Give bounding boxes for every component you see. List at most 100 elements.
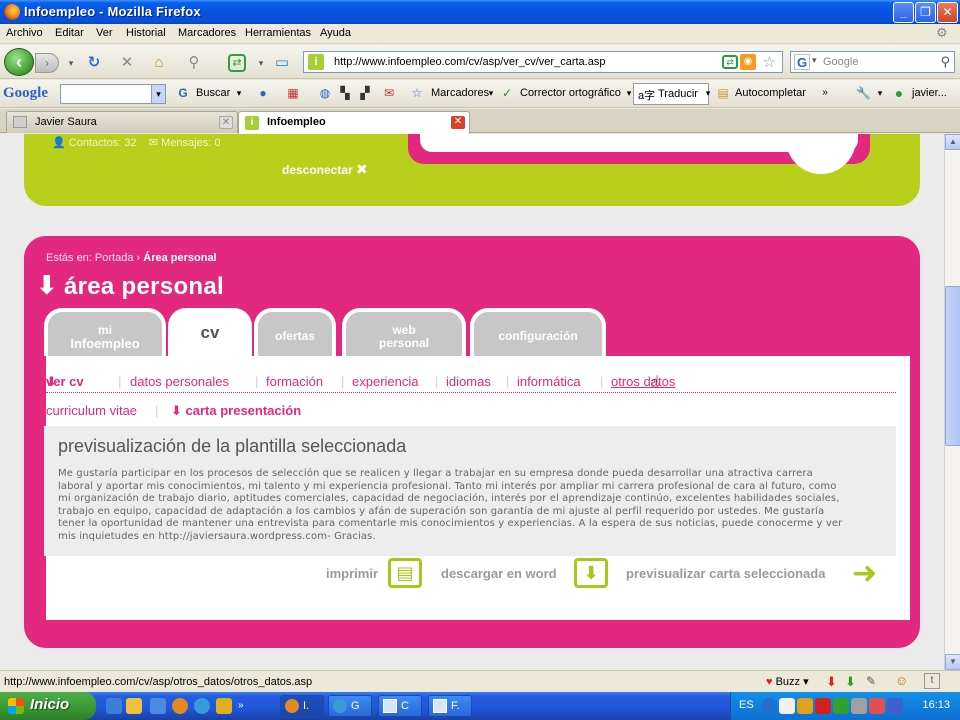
- tab-web-personal[interactable]: web personal: [342, 308, 466, 356]
- traducir-dropdown-icon[interactable]: ▾: [701, 86, 715, 100]
- maximize-button[interactable]: ❐: [915, 2, 936, 23]
- messages-count[interactable]: Mensajes: 0: [161, 137, 220, 149]
- traducir-button[interactable]: a字 Traducir: [633, 83, 709, 105]
- quicklaunch-mail-icon[interactable]: [216, 698, 232, 714]
- google-toolbar-search-input[interactable]: ▾: [60, 84, 166, 104]
- menu-ayuda[interactable]: Ayuda: [320, 27, 351, 39]
- marcadores-button[interactable]: Marcadores: [431, 87, 489, 99]
- tab-mi-infoempleo[interactable]: mi Infoempleo: [44, 308, 166, 356]
- google-engine-icon[interactable]: G: [794, 54, 810, 70]
- taskbar-ie[interactable]: G: [328, 695, 372, 717]
- tab-cv[interactable]: cv: [168, 308, 252, 356]
- pagerank-icon[interactable]: ▚: [338, 86, 352, 100]
- wrench-icon[interactable]: 🔧: [856, 86, 871, 100]
- breadcrumb-portada[interactable]: Estás en: Portada: [46, 252, 133, 264]
- tray-alert-icon[interactable]: [815, 698, 831, 714]
- vertical-scrollbar[interactable]: ▲ ▼: [944, 134, 960, 670]
- search-icon[interactable]: ⚲: [940, 54, 950, 70]
- bookmark-star-icon[interactable]: ☆: [763, 53, 776, 71]
- google-search-dropdown-icon[interactable]: ▾: [151, 85, 165, 103]
- quicklaunch-more-icon[interactable]: »: [238, 700, 244, 711]
- buscar-dropdown-icon[interactable]: ▾: [232, 86, 246, 100]
- reload-icon[interactable]: ↻: [85, 54, 103, 72]
- download-word-link[interactable]: descargar en word: [441, 566, 557, 581]
- subnav-otros-datos[interactable]: otros datos: [611, 374, 675, 389]
- taskbar-window-f[interactable]: F.: [428, 695, 472, 717]
- bookmarks-star-icon[interactable]: ☆: [410, 86, 424, 100]
- disconnect-link[interactable]: desconectar ✖: [282, 161, 368, 178]
- subnav-idiomas[interactable]: idiomas: [446, 374, 491, 389]
- subnav-datos-personales[interactable]: datos personales: [130, 374, 229, 389]
- subnav-formacion[interactable]: formación: [266, 374, 323, 389]
- rss-icon[interactable]: ◉: [740, 54, 756, 70]
- tray-security-icon[interactable]: [797, 698, 813, 714]
- back-button[interactable]: ‹: [4, 48, 34, 76]
- print-link[interactable]: imprimir: [326, 566, 378, 581]
- screen-icon[interactable]: ▭: [270, 54, 294, 72]
- smiley-icon[interactable]: ☺: [895, 673, 908, 688]
- taskbar-firefox[interactable]: I.: [280, 695, 324, 717]
- sync-page-icon[interactable]: ⇄: [722, 55, 738, 69]
- buscar-button[interactable]: Buscar: [196, 87, 230, 99]
- subnav-carta-presentacion[interactable]: ⬇ carta presentación: [171, 403, 301, 419]
- quicklaunch-desktop-icon[interactable]: [150, 698, 166, 714]
- tab-close-icon[interactable]: ✕: [219, 116, 233, 129]
- menu-marcadores[interactable]: Marcadores: [178, 27, 236, 39]
- arrow-down-green-icon[interactable]: ⬇: [845, 674, 856, 690]
- tray-app-icon[interactable]: [869, 698, 885, 714]
- window-titlebar[interactable]: Infoempleo - Mozilla Firefox _ ❐ ✕: [0, 0, 960, 24]
- subnav-informatica[interactable]: informática: [517, 374, 581, 389]
- menu-ver[interactable]: Ver: [96, 27, 113, 39]
- google-logo[interactable]: Google: [3, 85, 48, 102]
- preview-letter-link[interactable]: previsualizar carta seleccionada: [626, 566, 825, 581]
- tray-bluetooth-icon[interactable]: [761, 698, 777, 714]
- autocompletar-button[interactable]: Autocompletar: [735, 87, 806, 99]
- forward-button[interactable]: ›: [35, 53, 59, 73]
- wrench-dropdown-icon[interactable]: ▾: [873, 86, 887, 100]
- menu-historial[interactable]: Historial: [126, 27, 166, 39]
- arrow-right-icon[interactable]: ➜: [852, 556, 877, 591]
- scroll-up-icon[interactable]: ▲: [945, 134, 960, 150]
- start-button[interactable]: Inicio: [0, 692, 96, 720]
- download-icon[interactable]: ⬇: [574, 558, 608, 588]
- addon-icon[interactable]: ✎: [866, 674, 876, 688]
- tray-network-icon[interactable]: [779, 698, 795, 714]
- quicklaunch-firefox-icon[interactable]: [172, 698, 188, 714]
- news-icon[interactable]: ▞: [358, 86, 372, 100]
- tray-shield-icon[interactable]: [887, 698, 903, 714]
- contacts-count[interactable]: Contactos: 32: [69, 137, 137, 149]
- address-bar[interactable]: i http://www.infoempleo.com/cv/asp/ver_c…: [303, 51, 783, 73]
- spellcheck-icon[interactable]: ✓: [500, 86, 514, 100]
- subnav-curriculum-vitae[interactable]: curriculum vitae: [46, 403, 137, 418]
- extension-icon[interactable]: ⚲: [185, 54, 203, 72]
- tab-ofertas[interactable]: ofertas: [254, 308, 336, 356]
- popup-blocker-icon[interactable]: ▦: [286, 86, 300, 100]
- taskbar-window-c[interactable]: C: [378, 695, 422, 717]
- search-box[interactable]: G ▾ Google ⚲: [790, 51, 955, 73]
- stop-icon[interactable]: ✕: [118, 54, 136, 72]
- sync-icon[interactable]: ⇄: [228, 54, 246, 72]
- menu-archivo[interactable]: Archivo: [6, 27, 43, 39]
- quicklaunch-ie2-icon[interactable]: [194, 698, 210, 714]
- quicklaunch-folder-icon[interactable]: [126, 698, 142, 714]
- home-icon[interactable]: ⌂: [150, 54, 168, 72]
- url-input[interactable]: http://www.infoempleo.com/cv/asp/ver_cv/…: [334, 56, 605, 68]
- sync-dropdown-icon[interactable]: ▾: [252, 54, 270, 72]
- autofill-icon[interactable]: ▤: [716, 86, 730, 100]
- engine-dropdown-icon[interactable]: ▾: [812, 55, 817, 66]
- minimize-button[interactable]: _: [893, 2, 914, 23]
- search-input[interactable]: Google: [823, 56, 858, 68]
- tab-javier-saura[interactable]: Javier Saura ✕: [6, 111, 238, 133]
- globe-icon[interactable]: ●: [256, 86, 270, 100]
- status-t-icon[interactable]: t: [924, 673, 940, 689]
- scroll-down-icon[interactable]: ▼: [945, 654, 960, 670]
- scroll-thumb[interactable]: [945, 286, 960, 446]
- more-chevron-icon[interactable]: »: [818, 86, 832, 100]
- clock[interactable]: 16:13: [922, 699, 950, 711]
- tab-close-icon[interactable]: ✕: [451, 116, 465, 129]
- printer-icon[interactable]: ▤: [388, 558, 422, 588]
- tab-infoempleo[interactable]: i Infoempleo ✕: [238, 111, 470, 134]
- quicklaunch-ie-icon[interactable]: [106, 698, 122, 714]
- close-window-button[interactable]: ✕: [937, 2, 958, 23]
- buzz-button[interactable]: ♥ Buzz ▾: [766, 675, 809, 688]
